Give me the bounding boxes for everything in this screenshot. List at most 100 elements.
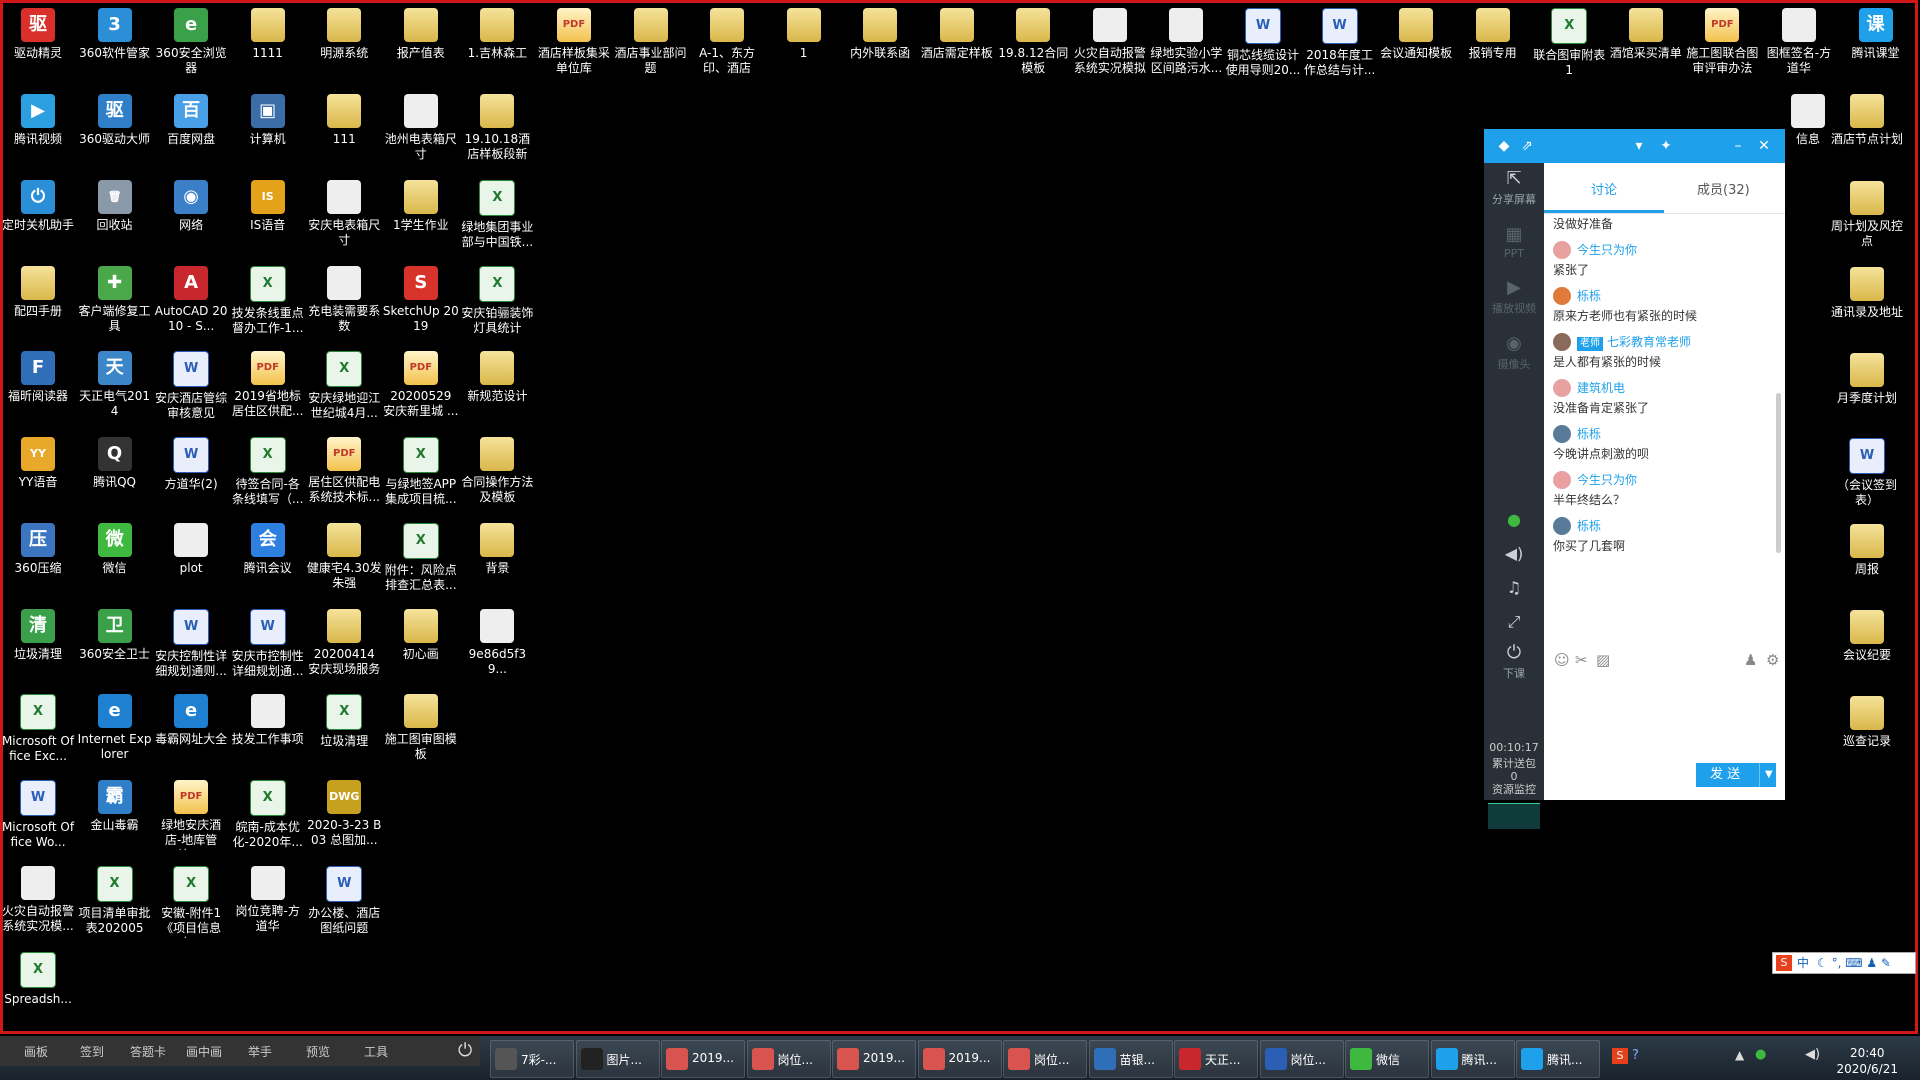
desktop-icon[interactable]: 明源系统 xyxy=(306,2,382,86)
desktop-icon[interactable]: X安徽-附件1《项目信息申... xyxy=(153,860,229,944)
volume-icon[interactable]: ◀) xyxy=(1805,1047,1820,1062)
power-icon[interactable]: ⏻ xyxy=(458,1040,472,1061)
desktop-icon[interactable]: 会议纪要 xyxy=(1829,604,1905,688)
taskbar-button[interactable]: 腾讯... xyxy=(1516,1040,1600,1078)
user-manage-icon[interactable]: ♟ xyxy=(1744,651,1757,669)
ime-toolbar[interactable]: S 中 ☾ °, ⌨ ♟ ✎ xyxy=(1772,952,1916,974)
minimize-icon[interactable]: – xyxy=(1728,136,1748,156)
desktop-icon[interactable]: 通讯录及地址 xyxy=(1829,261,1905,345)
desktop-icon[interactable]: 岗位竞聘-方道华 xyxy=(230,860,306,944)
taskbar-button[interactable]: 图片... xyxy=(575,1040,660,1078)
desktop-icon[interactable]: 绿地实验小学区间路污水... xyxy=(1148,2,1224,86)
fullscreen-icon[interactable]: ⤢ xyxy=(1484,605,1544,639)
desktop-icon[interactable]: F 福昕阅读器 xyxy=(0,345,76,429)
settings-icon[interactable]: ⚙ xyxy=(1766,651,1779,669)
desktop-icon[interactable]: DWG 2020-3-23 B03 总图加... xyxy=(306,774,382,858)
desktop-icon[interactable]: ▣ 计算机 xyxy=(230,88,306,172)
desktop-icon[interactable]: IS IS语音 xyxy=(230,174,306,258)
desktop-icon[interactable]: X Microsoft Office Exc... xyxy=(0,688,76,772)
scissors-icon[interactable]: ✂ xyxy=(1575,651,1588,669)
desktop-icon[interactable]: X 皖南-成本优化-2020年... xyxy=(230,774,306,858)
desktop-icon[interactable]: 1.吉林森工 xyxy=(459,2,535,86)
desktop-icon[interactable]: W 办公楼、酒店图纸问题 xyxy=(306,860,382,944)
desktop-icon[interactable]: ▶ 腾讯视频 xyxy=(0,88,76,172)
desktop-icon[interactable]: ✚ 客户端修复工具 xyxy=(77,260,153,344)
ime-tools-icon[interactable]: ☾ °, ⌨ ♟ ✎ xyxy=(1817,953,1891,973)
desktop-icon[interactable]: YY YY语音 xyxy=(0,431,76,515)
desktop-icon[interactable]: 内外联系函 xyxy=(842,2,918,86)
taskbar-button[interactable]: 苗银... xyxy=(1088,1040,1173,1078)
desktop-icon[interactable]: 微微信 xyxy=(77,517,153,601)
tool-ppt[interactable]: ▦ PPT xyxy=(1484,223,1544,260)
desktop-icon[interactable]: 驱 360驱动大师 xyxy=(77,88,153,172)
classroom-tool-button[interactable]: 画板 xyxy=(24,1043,48,1060)
avatar[interactable] xyxy=(1553,333,1571,351)
tool-share-screen[interactable]: ⇱ 分享屏幕 xyxy=(1484,167,1544,207)
desktop-icon[interactable]: 图框签名-方道华 xyxy=(1761,2,1837,86)
taskbar-button[interactable]: 岗位... xyxy=(746,1040,831,1078)
desktop-icon[interactable]: 技发工作事项 xyxy=(230,688,306,772)
dropdown-icon[interactable]: ▾ xyxy=(1629,136,1649,156)
desktop-icon[interactable]: S SketchUp 2019 xyxy=(383,260,459,344)
desktop-icon[interactable]: 巡查记录 xyxy=(1829,690,1905,774)
desktop-icon[interactable]: 会腾讯会议 xyxy=(230,517,306,601)
desktop-icon[interactable]: W 方道华(2) xyxy=(153,431,229,515)
desktop-icon[interactable]: X 绿地集团事业部与中国铁... xyxy=(459,174,535,258)
desktop-icon[interactable]: W 安庆酒店管综审核意见 xyxy=(153,345,229,429)
desktop-icon[interactable]: 驱驱动精灵 xyxy=(0,2,76,86)
avatar[interactable] xyxy=(1553,517,1571,535)
desktop-icon[interactable]: 压 360压缩 xyxy=(0,517,76,601)
desktop-icon[interactable]: PDF 居住区供配电系统技术标... xyxy=(306,431,382,515)
desktop-icon[interactable]: X项目清单审批表2020051... xyxy=(77,860,153,944)
desktop-icon[interactable]: 报销专用 xyxy=(1455,2,1531,86)
speaker-icon[interactable]: ◀) xyxy=(1484,537,1544,571)
panel-titlebar[interactable]: ◆ ⇗ ▾ ✦ – ✕ xyxy=(1484,129,1785,163)
classroom-tool-button[interactable]: 举手 xyxy=(248,1043,272,1060)
taskbar-button[interactable]: 7彩-... xyxy=(490,1040,574,1078)
desktop-icon[interactable]: 周报 xyxy=(1829,518,1905,602)
classroom-tool-button[interactable]: 签到 xyxy=(80,1043,104,1060)
classroom-tool-button[interactable]: 预览 xyxy=(306,1043,330,1060)
help-icon[interactable]: ? xyxy=(1632,1048,1639,1063)
share-out-icon[interactable]: ⇗ xyxy=(1517,136,1537,156)
desktop-icon[interactable]: 火灾自动报警系统实况模... xyxy=(0,860,76,944)
desktop-icon[interactable]: PDF绿地安庆酒店-地库管综-... xyxy=(153,774,229,858)
chat-sender[interactable]: 今生只为你 xyxy=(1553,240,1781,260)
desktop-icon[interactable]: A-1、东方印、酒店 xyxy=(689,2,765,86)
desktop-icon[interactable]: W （会议签到表） xyxy=(1829,432,1905,516)
desktop-icon[interactable]: 配四手册 xyxy=(0,260,76,344)
desktop-icon[interactable]: X 附件：风险点排查汇总表... xyxy=(383,517,459,601)
send-button[interactable]: 发 送 ▼ xyxy=(1696,763,1776,787)
desktop-icon[interactable]: 酒店需定样板 xyxy=(919,2,995,86)
pin-icon[interactable]: ✦ xyxy=(1656,136,1676,156)
taskbar-button[interactable]: 2019... xyxy=(661,1040,745,1078)
desktop-icon[interactable]: 9e86d5f39... xyxy=(459,603,535,687)
taskbar-button[interactable]: 岗位... xyxy=(1259,1040,1344,1078)
avatar[interactable] xyxy=(1553,471,1571,489)
desktop-icon[interactable]: A AutoCAD 2010 - S... xyxy=(153,260,229,344)
desktop-icon[interactable]: W 2018年度工作总结与计... xyxy=(1302,2,1378,86)
desktop-icon[interactable]: X 安庆铂骊装饰灯具统计 xyxy=(459,260,535,344)
desktop-icon[interactable]: 霸金山毒霸 xyxy=(77,774,153,858)
desktop-icon[interactable]: plot xyxy=(153,517,229,601)
emoji-icon[interactable]: ☺ xyxy=(1554,651,1570,669)
desktop-icon[interactable]: 月季度计划 xyxy=(1829,347,1905,431)
desktop-icon[interactable]: 1学生作业 xyxy=(383,174,459,258)
end-class-button[interactable]: ⏻ 下课 xyxy=(1484,641,1544,681)
desktop-icon[interactable]: X 安庆绿地迎江世纪城4月... xyxy=(306,345,382,429)
desktop-icon[interactable]: 初心画 xyxy=(383,603,459,687)
desktop-icon[interactable]: 周计划及风控点 xyxy=(1829,175,1905,259)
image-icon[interactable]: ▨ xyxy=(1596,651,1610,669)
desktop-icon[interactable]: 酒店节点计划 xyxy=(1829,88,1905,172)
taskbar-button[interactable]: 2019... xyxy=(832,1040,916,1078)
desktop-icon[interactable]: 火灾自动报警系统实况模拟 xyxy=(1072,2,1148,86)
avatar[interactable] xyxy=(1553,379,1571,397)
chat-sender[interactable]: 今生只为你 xyxy=(1553,470,1781,490)
taskbar-button[interactable]: 2019... xyxy=(917,1040,1002,1078)
desktop-icon[interactable]: X 待签合同-各条线填写（... xyxy=(230,431,306,515)
desktop-icon[interactable]: 新规范设计 xyxy=(459,345,535,429)
desktop-icon[interactable]: 充电装需要系数 xyxy=(306,260,382,344)
desktop-icon[interactable]: 施工图审图模板 xyxy=(383,688,459,772)
avatar[interactable] xyxy=(1553,287,1571,305)
desktop-icon[interactable]: 1 xyxy=(766,2,842,86)
